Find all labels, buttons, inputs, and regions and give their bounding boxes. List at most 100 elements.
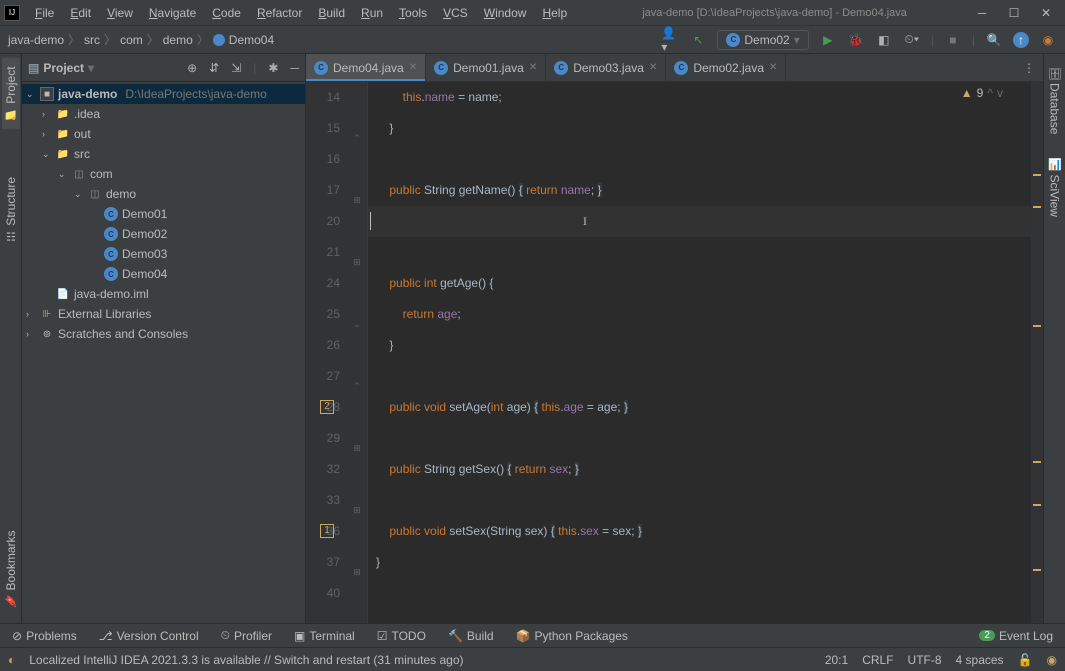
tree-row[interactable]: ›📁out: [22, 124, 305, 144]
line-number[interactable]: 16: [306, 144, 340, 175]
status-message[interactable]: Localized IntelliJ IDEA 2021.3.3 is avai…: [29, 653, 463, 667]
profile-button[interactable]: ⏲▾: [903, 31, 921, 49]
code-line[interactable]: }: [368, 330, 1043, 361]
marker-bar[interactable]: [1031, 82, 1043, 623]
tree-arrow[interactable]: ›: [42, 129, 52, 139]
debug-button[interactable]: 🐞: [847, 31, 865, 49]
build-tab[interactable]: 🔨 Build: [448, 629, 494, 643]
line-number[interactable]: 29: [306, 423, 340, 454]
settings-icon[interactable]: ✱: [268, 61, 278, 75]
bookmarks-tool-button[interactable]: 🔖 Bookmarks: [2, 522, 20, 615]
code-line[interactable]: }: [368, 547, 1043, 578]
inspection-badge[interactable]: ▲ 9 ^ v: [961, 86, 1003, 100]
run-button[interactable]: ▶: [819, 31, 837, 49]
sync-button[interactable]: ↑: [1013, 32, 1029, 48]
todo-tab[interactable]: ☑ TODO: [377, 629, 426, 643]
code-line[interactable]: public int getAge() {: [368, 268, 1043, 299]
run-config-selector[interactable]: C Demo02 ▾: [717, 30, 808, 50]
code-line[interactable]: [368, 361, 1043, 392]
line-number[interactable]: 20: [306, 206, 340, 237]
editor-body[interactable]: 1415161720212425262728293233363740 ⌃⊞⊞⌄⌃…: [306, 82, 1043, 623]
fold-expand-icon[interactable]: ⊞: [352, 185, 362, 195]
line-number[interactable]: 26: [306, 330, 340, 361]
code-line[interactable]: public String getName() { return name; }: [368, 175, 1043, 206]
fold-expand-icon[interactable]: ⊞: [352, 557, 362, 567]
tree-arrow[interactable]: ⌄: [74, 189, 84, 200]
tree-row[interactable]: CDemo01: [22, 204, 305, 224]
database-tool-button[interactable]: 🗄 Database: [1046, 58, 1064, 142]
tree-arrow[interactable]: ›: [42, 109, 52, 119]
breadcrumb-item[interactable]: java-demo: [8, 33, 64, 47]
memory-indicator-icon[interactable]: ◉: [1047, 653, 1057, 667]
usage-badge[interactable]: 2: [320, 400, 334, 414]
tree-arrow[interactable]: ›: [26, 329, 36, 339]
minimize-button[interactable]: ─: [975, 6, 989, 20]
sciview-tool-button[interactable]: 📊 SciView: [1046, 150, 1064, 225]
tree-arrow[interactable]: ⌄: [58, 169, 68, 180]
tree-row[interactable]: CDemo04: [22, 264, 305, 284]
structure-tool-button[interactable]: ☷ Structure: [2, 169, 20, 251]
editor-tab[interactable]: CDemo03.java✕: [546, 54, 666, 81]
editor-tab[interactable]: CDemo02.java✕: [666, 54, 786, 81]
fold-end-icon[interactable]: ⌃: [352, 123, 362, 133]
line-number[interactable]: 27: [306, 361, 340, 392]
fold-gutter[interactable]: ⌃⊞⊞⌄⌃2⊞⊞1⊞: [348, 82, 368, 623]
usage-badge[interactable]: 1: [320, 524, 334, 538]
project-tool-button[interactable]: 📁 Project: [2, 58, 20, 129]
search-button[interactable]: 🔍: [985, 31, 1003, 49]
more-tabs-button[interactable]: ⋮: [1015, 54, 1043, 81]
code-line[interactable]: [368, 144, 1043, 175]
line-number[interactable]: 32: [306, 454, 340, 485]
tree-row[interactable]: ⌄◫demo: [22, 184, 305, 204]
fold-expand-icon[interactable]: ⊞: [352, 247, 362, 257]
menu-file[interactable]: File: [28, 3, 61, 23]
code-line[interactable]: this.name = name;: [368, 82, 1043, 113]
vcs-tab[interactable]: ⎇ Version Control: [99, 629, 199, 643]
menu-navigate[interactable]: Navigate: [142, 3, 203, 23]
line-number[interactable]: 33: [306, 485, 340, 516]
fold-expand-icon[interactable]: ⊞: [352, 495, 362, 505]
tree-row[interactable]: CDemo02: [22, 224, 305, 244]
close-tab-icon[interactable]: ✕: [649, 62, 657, 73]
select-opened-icon[interactable]: ⊕: [187, 61, 197, 75]
close-button[interactable]: ✕: [1039, 6, 1053, 20]
line-number[interactable]: 37: [306, 547, 340, 578]
code-line[interactable]: }: [368, 113, 1043, 144]
tree-arrow[interactable]: ⌄: [26, 89, 36, 100]
code-line[interactable]: [368, 206, 1043, 237]
code-line[interactable]: public void setSex(String sex) { this.se…: [368, 516, 1043, 547]
code-line[interactable]: return age;: [368, 299, 1043, 330]
menu-tools[interactable]: Tools: [392, 3, 434, 23]
breadcrumb-item[interactable]: src: [84, 33, 100, 47]
problems-tab[interactable]: ⊘ Problems: [12, 629, 77, 643]
editor-tab[interactable]: CDemo01.java✕: [426, 54, 546, 81]
editor-tab[interactable]: CDemo04.java✕: [306, 54, 426, 81]
line-separator[interactable]: CRLF: [862, 653, 893, 667]
menu-code[interactable]: Code: [205, 3, 248, 23]
close-tab-icon[interactable]: ✕: [529, 62, 537, 73]
indent-info[interactable]: 4 spaces: [956, 653, 1004, 667]
readonly-toggle-icon[interactable]: 🔓: [1018, 653, 1033, 667]
fold-start-icon[interactable]: ⌄: [352, 309, 362, 319]
hide-panel-icon[interactable]: ─: [290, 61, 299, 75]
menu-run[interactable]: Run: [354, 3, 390, 23]
code-line[interactable]: public void setAge(int age) { this.age =…: [368, 392, 1043, 423]
code-line[interactable]: [368, 485, 1043, 516]
menu-window[interactable]: Window: [477, 3, 534, 23]
code-line[interactable]: public String getSex() { return sex; }: [368, 454, 1043, 485]
line-number[interactable]: 25: [306, 299, 340, 330]
close-tab-icon[interactable]: ✕: [769, 62, 777, 73]
tree-row[interactable]: ›⊚Scratches and Consoles: [22, 324, 305, 344]
line-number[interactable]: 40: [306, 578, 340, 609]
breadcrumb-item[interactable]: Demo04: [213, 33, 274, 47]
breadcrumb-item[interactable]: demo: [163, 33, 193, 47]
tree-row[interactable]: ›⊪External Libraries: [22, 304, 305, 324]
tree-arrow[interactable]: ›: [26, 309, 36, 319]
add-user-icon[interactable]: 👤▾: [661, 31, 679, 49]
project-tree[interactable]: ⌄■java-demoD:\IdeaProjects\java-demo›📁.i…: [22, 82, 305, 623]
menu-view[interactable]: View: [100, 3, 140, 23]
code-line[interactable]: [368, 423, 1043, 454]
cursor-position[interactable]: 20:1: [825, 653, 848, 667]
project-view-selector[interactable]: ▤ Project ▾: [28, 61, 94, 75]
encoding[interactable]: UTF-8: [908, 653, 942, 667]
